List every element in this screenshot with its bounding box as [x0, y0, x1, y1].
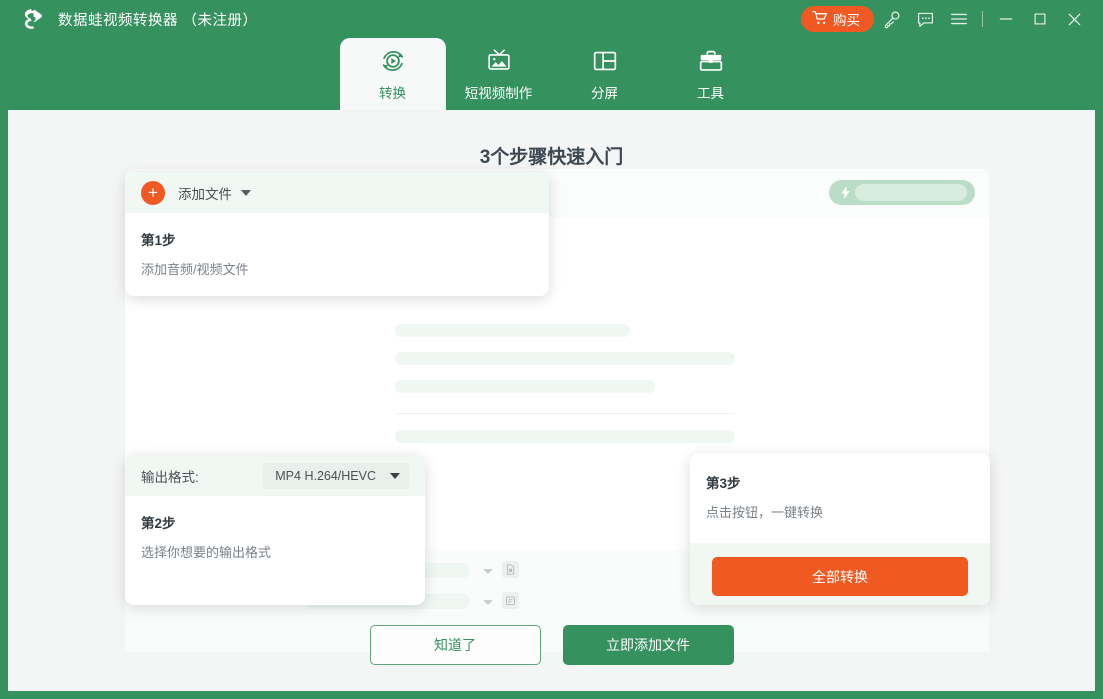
- step3-title: 第3步: [706, 472, 974, 492]
- step3-card-body: 第3步 点击按钮，一键转换: [690, 453, 990, 521]
- output-format-label: 输出格式:: [141, 466, 199, 486]
- convert-circular-play-icon: [378, 46, 408, 76]
- chevron-down-icon[interactable]: [241, 190, 251, 196]
- step1-card: + 添加文件 第1步 添加音频/视频文件: [125, 172, 549, 296]
- toolbox-icon: [696, 46, 726, 76]
- split-screen-icon: [590, 46, 620, 76]
- step1-card-header: + 添加文件: [125, 172, 549, 213]
- buy-button-label: 购买: [833, 9, 860, 29]
- cart-icon: [812, 10, 828, 29]
- step2-title: 第2步: [141, 512, 409, 532]
- divider: [395, 413, 735, 414]
- placeholder-bar: [395, 352, 735, 365]
- add-files-now-button[interactable]: 立即添加文件: [563, 625, 734, 665]
- tab-tools-label: 工具: [697, 82, 724, 102]
- maximize-icon[interactable]: [1023, 0, 1057, 38]
- main-content-frame: 3个步骤快速入门 + 添加文件 第1步 添加音频/视频文件 输出格式: MP4 …: [8, 110, 1095, 691]
- tab-split-screen[interactable]: 分屏: [552, 38, 658, 110]
- dismiss-button[interactable]: 知道了: [370, 625, 541, 665]
- tab-tools[interactable]: 工具: [658, 38, 764, 110]
- placeholder-bar: [855, 184, 967, 201]
- minimize-icon[interactable]: [989, 0, 1023, 38]
- message-icon[interactable]: [908, 0, 942, 38]
- lightning-bolt-icon: [838, 185, 853, 205]
- chevron-down-icon[interactable]: [483, 600, 493, 605]
- title-bar: 数据蛙视频转换器 （未注册） 购买: [0, 0, 1103, 38]
- tab-short-video[interactable]: 短视频制作: [446, 38, 552, 110]
- step3-description: 点击按钮，一键转换: [706, 502, 974, 521]
- app-title: 数据蛙视频转换器 （未注册）: [58, 9, 258, 30]
- chevron-down-icon: [390, 473, 400, 479]
- toolbar-divider: [982, 11, 983, 27]
- close-icon[interactable]: [1057, 0, 1091, 38]
- plus-icon[interactable]: +: [141, 181, 165, 205]
- page-title: 3个步骤快速入门: [8, 142, 1095, 169]
- application-window: 数据蛙视频转换器 （未注册） 购买: [0, 0, 1103, 699]
- step2-card-body: 第2步 选择你想要的输出格式: [125, 496, 425, 561]
- placeholder-bar: [395, 324, 630, 337]
- step2-description: 选择你想要的输出格式: [141, 542, 409, 561]
- tab-split-screen-label: 分屏: [591, 82, 618, 102]
- tab-convert-label: 转换: [379, 82, 406, 102]
- step1-card-body: 第1步 添加音频/视频文件: [125, 213, 549, 278]
- step2-card: 输出格式: MP4 H.264/HEVC 第2步 选择你想要的输出格式: [125, 455, 425, 605]
- tv-image-icon: [484, 46, 514, 76]
- key-icon[interactable]: [874, 0, 908, 38]
- placeholder-bar: [395, 380, 655, 393]
- hamburger-menu-icon[interactable]: [942, 0, 976, 38]
- file-icon[interactable]: [502, 561, 519, 578]
- output-format-value: MP4 H.264/HEVC: [275, 469, 376, 483]
- placeholder-bar: [395, 430, 735, 443]
- tab-convert[interactable]: 转换: [340, 38, 446, 110]
- title-bar-controls: 购买: [801, 0, 1103, 38]
- add-files-label: 添加文件: [178, 183, 232, 203]
- convert-all-button[interactable]: 全部转换: [712, 557, 968, 596]
- overlay-actions: 知道了 立即添加文件: [8, 625, 1095, 665]
- step1-description: 添加音频/视频文件: [141, 259, 533, 278]
- step1-title: 第1步: [141, 229, 533, 249]
- main-tab-bar: 转换 短视频制作 分屏: [0, 38, 1103, 110]
- folder-icon[interactable]: [502, 592, 519, 609]
- output-format-select[interactable]: MP4 H.264/HEVC: [263, 463, 409, 489]
- chevron-down-icon[interactable]: [483, 569, 493, 574]
- step3-card-footer: 全部转换: [690, 543, 990, 605]
- buy-button[interactable]: 购买: [801, 6, 874, 32]
- background-speed-pill: [829, 180, 975, 205]
- step2-card-header: 输出格式: MP4 H.264/HEVC: [125, 455, 425, 496]
- step3-card: 第3步 点击按钮，一键转换 全部转换: [690, 453, 990, 605]
- tab-short-video-label: 短视频制作: [465, 82, 533, 102]
- datafrog-logo-icon: [18, 4, 48, 34]
